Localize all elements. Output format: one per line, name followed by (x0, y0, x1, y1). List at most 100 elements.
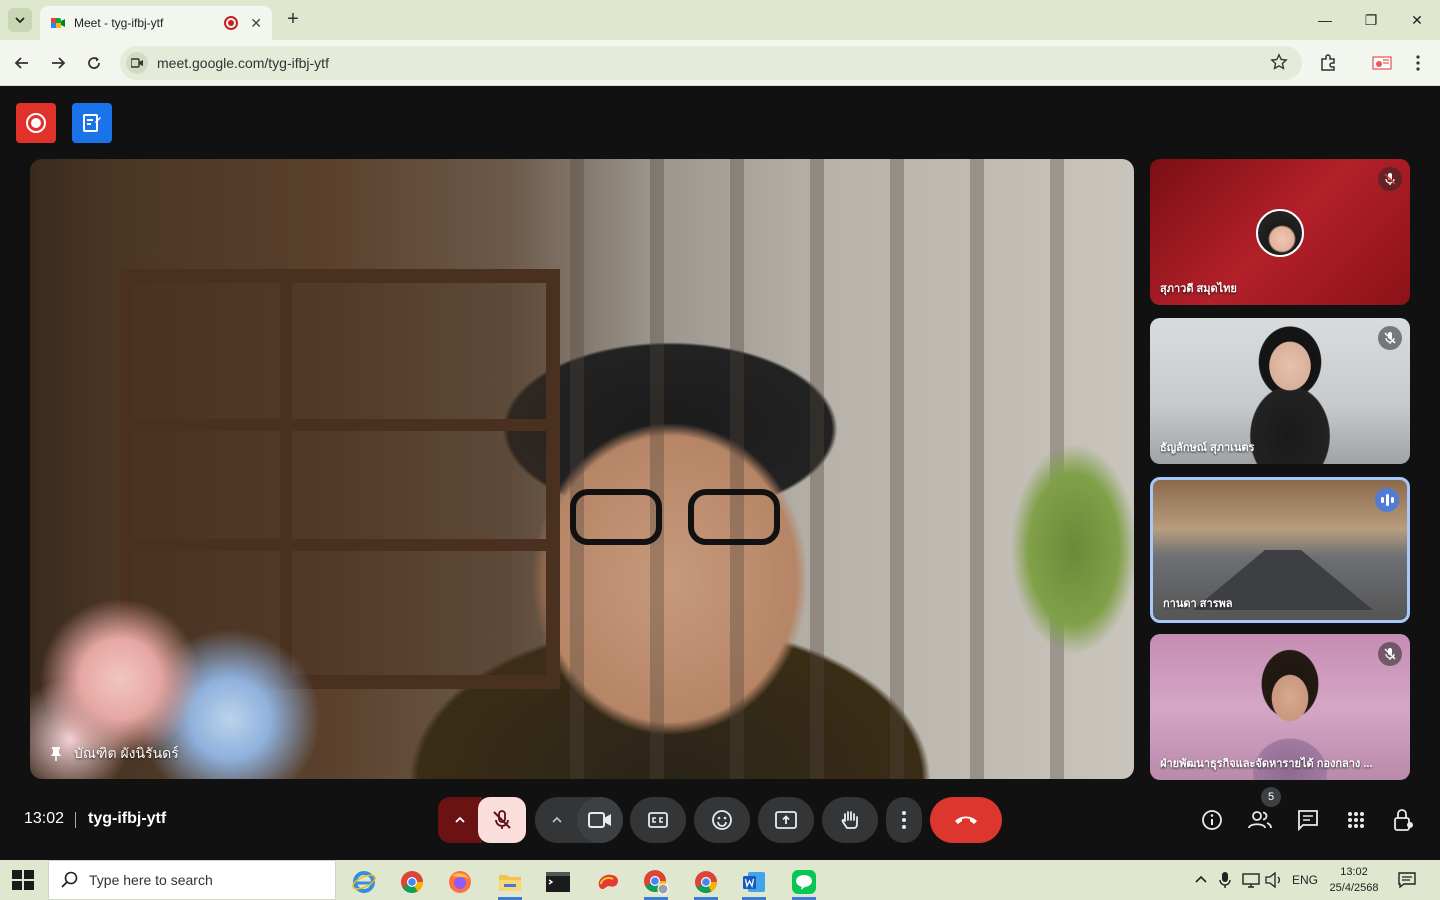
bookmark-star-icon[interactable] (1270, 53, 1288, 71)
kebab-menu-icon (1416, 55, 1420, 71)
meet-favicon-icon (51, 18, 65, 28)
taskbar-date: 25/4/2568 (1329, 882, 1379, 894)
microphone-toggle-button[interactable] (478, 797, 526, 843)
chevron-down-icon (15, 17, 25, 24)
audio-options-button[interactable] (438, 797, 482, 843)
site-camera-icon[interactable] (126, 52, 148, 74)
taskbar-app-internet-explorer[interactable] (344, 864, 384, 900)
taskbar-app-firefox[interactable] (440, 864, 480, 900)
notification-icon (1398, 872, 1416, 888)
participant-tile-active-speaker[interactable]: กานดา สารพล (1150, 477, 1410, 623)
tab-search-button[interactable] (8, 8, 32, 32)
line-chat-icon (792, 870, 816, 894)
present-screen-button[interactable] (758, 797, 814, 843)
more-options-button[interactable] (886, 797, 922, 843)
taskbar-app-terminal[interactable] (538, 864, 578, 900)
chevron-up-icon (1195, 875, 1207, 883)
folder-icon (499, 875, 521, 891)
activities-button[interactable] (1343, 807, 1369, 833)
mic-off-icon (1378, 642, 1402, 666)
tray-microphone-icon[interactable] (1218, 870, 1232, 890)
browser-toolbar: meet.google.com/tyg-ifbj-ytf (0, 40, 1440, 86)
meeting-clock: 13:02 (24, 810, 65, 827)
closed-captions-icon (648, 812, 668, 828)
chevron-up-icon (455, 816, 465, 823)
forward-button[interactable] (46, 51, 70, 75)
paint-icon (598, 874, 618, 890)
taskbar-time: 13:02 (1340, 866, 1368, 878)
camera-controls (535, 797, 623, 843)
taskbar-app-file-explorer[interactable] (490, 864, 530, 900)
chat-button[interactable] (1295, 807, 1321, 833)
apps-grid-icon (1348, 812, 1364, 828)
tray-volume-icon[interactable] (1265, 870, 1283, 890)
window-maximize-button[interactable]: ❐ (1348, 6, 1394, 34)
pin-icon[interactable] (50, 746, 62, 762)
windows-taskbar: Type here to search ENG 13:02 25/4/2568 (0, 860, 1440, 900)
participant-name: กานดา สารพล (1163, 598, 1233, 610)
participant-tile[interactable]: สุภาวดี สมุดไทย (1150, 159, 1410, 305)
chrome-icon (695, 871, 717, 893)
taskbar-app-line[interactable] (784, 864, 824, 900)
input-language-indicator[interactable]: ENG (1292, 870, 1318, 890)
taskbar-clock[interactable]: 13:02 25/4/2568 (1318, 864, 1390, 896)
internet-explorer-icon (352, 871, 376, 893)
show-hidden-icons-button[interactable] (1194, 870, 1208, 890)
meet-stage: บัณฑิต ผังนิรันดร์ สุภาวดี สมุดไทย ธัญลั… (0, 87, 1440, 860)
notes-icon (83, 114, 101, 132)
emoji-icon (712, 810, 732, 830)
taskbar-app-word[interactable] (734, 864, 774, 900)
participant-name: ธัญลักษณ์ สุภาเนตร (1160, 442, 1255, 454)
tab-title: Meet - tyg-ifbj-ytf (74, 16, 164, 30)
reload-icon (88, 57, 100, 69)
mic-off-icon (1378, 326, 1402, 350)
people-button[interactable] (1247, 807, 1273, 833)
leave-call-button[interactable] (930, 797, 1002, 843)
taskbar-app-chrome-active[interactable] (686, 864, 726, 900)
window-close-button[interactable]: ✕ (1394, 6, 1440, 34)
taskbar-search-box[interactable]: Type here to search (48, 860, 336, 900)
profile-icon (1372, 56, 1392, 70)
chevron-up-icon (552, 816, 562, 823)
camera-toggle-button[interactable] (577, 797, 623, 843)
raise-hand-button[interactable] (822, 797, 878, 843)
participant-avatar (1256, 209, 1304, 257)
tab-close-button[interactable]: ✕ (250, 15, 262, 32)
chrome-profile-icon (644, 870, 669, 895)
puzzle-icon (1321, 54, 1335, 71)
browser-menu-button[interactable] (1406, 51, 1430, 75)
browser-tab-meet[interactable]: Meet - tyg-ifbj-ytf ✕ (40, 6, 272, 40)
taskbar-app-ms-paint[interactable] (588, 864, 628, 900)
reactions-button[interactable] (694, 797, 750, 843)
notification-center-button[interactable] (1398, 870, 1416, 890)
profile-avatar[interactable] (1370, 51, 1394, 75)
address-bar[interactable]: meet.google.com/tyg-ifbj-ytf (120, 46, 1302, 80)
participant-tile[interactable]: ฝ่ายพัฒนาธุรกิจและจัดหารายได้ กองกลาง ..… (1150, 634, 1410, 780)
search-icon (61, 871, 78, 888)
participant-tile[interactable]: ธัญลักษณ์ สุภาเนตร (1150, 318, 1410, 464)
video-options-button[interactable] (545, 809, 569, 831)
host-controls-button[interactable] (1391, 807, 1417, 833)
participant-count-badge: 5 (1261, 787, 1281, 807)
windows-start-button[interactable] (12, 870, 34, 890)
main-video-tile[interactable]: บัณฑิต ผังนิรันดร์ (30, 159, 1134, 779)
recording-button[interactable] (16, 103, 56, 143)
meeting-details-button[interactable] (1199, 807, 1225, 833)
browser-tab-strip: Meet - tyg-ifbj-ytf ✕ + — ❐ ✕ (0, 0, 1440, 40)
captions-button[interactable] (630, 797, 686, 843)
extensions-button[interactable] (1316, 51, 1340, 75)
back-button[interactable] (10, 51, 34, 75)
tray-network-icon[interactable] (1241, 870, 1261, 890)
window-minimize-button[interactable]: — (1302, 6, 1348, 34)
lock-person-icon (1394, 809, 1413, 831)
kebab-menu-icon (902, 811, 906, 829)
new-tab-button[interactable]: + (282, 8, 304, 30)
taskbar-app-chrome[interactable] (392, 864, 432, 900)
take-notes-button[interactable] (72, 103, 112, 143)
hand-icon (841, 811, 858, 829)
reload-button[interactable] (82, 51, 106, 75)
speaker-glasses (570, 489, 790, 549)
taskbar-app-chrome-profile[interactable] (636, 864, 676, 900)
record-icon (26, 113, 46, 133)
chat-icon (1298, 810, 1318, 831)
